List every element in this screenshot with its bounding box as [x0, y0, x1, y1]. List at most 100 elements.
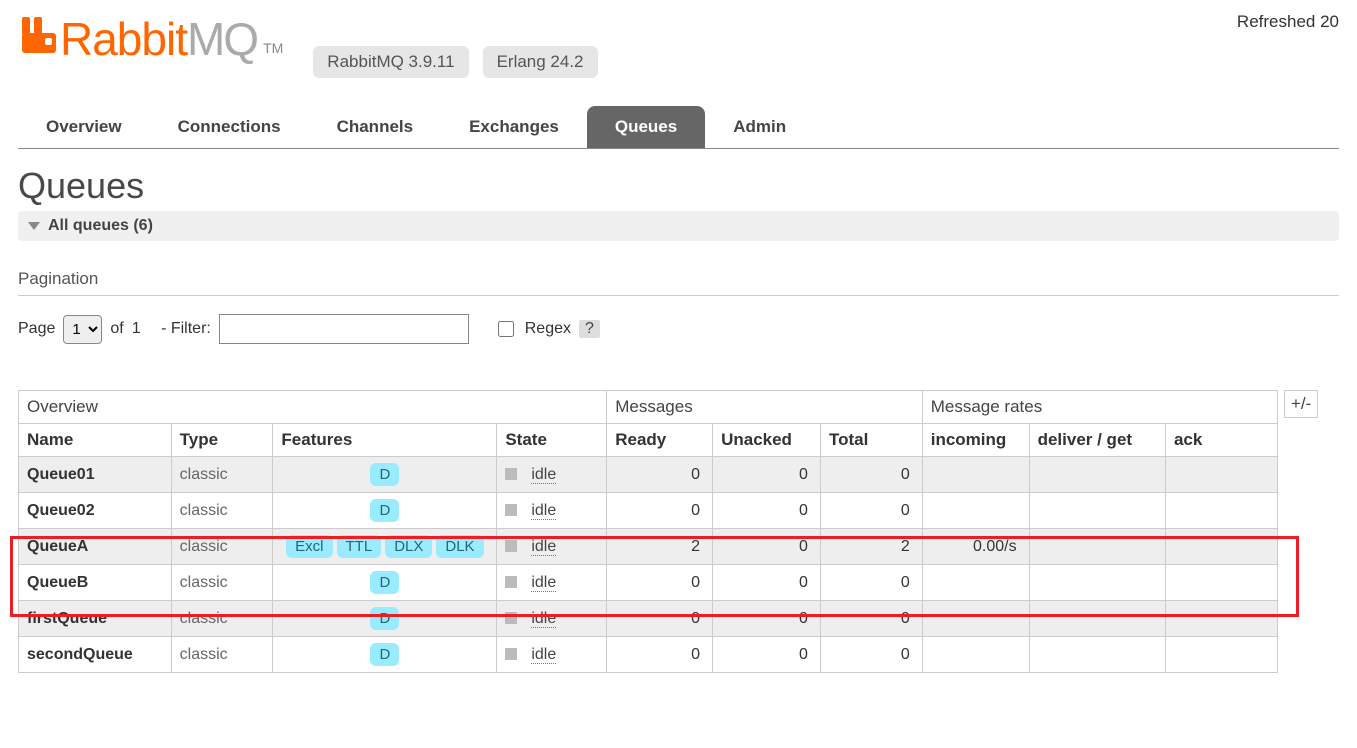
- cell-unacked: 0: [713, 637, 821, 673]
- col-incoming[interactable]: incoming: [922, 424, 1029, 457]
- cell-ack: [1165, 493, 1277, 529]
- cell-total: 0: [820, 565, 922, 601]
- table-row: secondQueueclassicDidle000: [19, 637, 1278, 673]
- logo-text-rabbit: Rabbit: [60, 12, 187, 66]
- regex-help[interactable]: ?: [579, 320, 600, 338]
- page-select[interactable]: 1: [63, 315, 102, 344]
- queue-name-link[interactable]: firstQueue: [19, 601, 172, 637]
- queue-type: classic: [171, 493, 273, 529]
- queue-name-link[interactable]: Queue02: [19, 493, 172, 529]
- queue-name-link[interactable]: QueueB: [19, 565, 172, 601]
- feature-badge: D: [370, 607, 399, 630]
- tab-overview[interactable]: Overview: [18, 106, 150, 148]
- tab-queues[interactable]: Queues: [587, 106, 705, 148]
- header: Refreshed 20 RabbitMQ TM RabbitMQ 3.9.11…: [18, 0, 1339, 78]
- cell-incoming: [922, 637, 1029, 673]
- col-ack[interactable]: ack: [1165, 424, 1277, 457]
- all-queues-section[interactable]: All queues (6): [18, 211, 1339, 241]
- queue-features: D: [273, 565, 497, 601]
- erlang-version-badge: Erlang 24.2: [483, 46, 598, 78]
- total-pages: 1: [132, 320, 141, 338]
- refreshed-label: Refreshed 20: [1237, 12, 1339, 32]
- cell-incoming: [922, 457, 1029, 493]
- cell-total: 0: [820, 637, 922, 673]
- cell-total: 0: [820, 493, 922, 529]
- col-name[interactable]: Name: [19, 424, 172, 457]
- regex-checkbox[interactable]: [498, 321, 514, 337]
- queue-state: idle: [497, 565, 607, 601]
- version-badges: RabbitMQ 3.9.11 Erlang 24.2: [313, 46, 597, 78]
- page-title: Queues: [18, 165, 1339, 207]
- col-ready[interactable]: Ready: [607, 424, 713, 457]
- feature-badge: DLX: [385, 535, 432, 558]
- queue-name-link[interactable]: QueueA: [19, 529, 172, 565]
- state-dot-icon: [505, 648, 517, 660]
- col-deliver[interactable]: deliver / get: [1029, 424, 1165, 457]
- caret-down-icon: [28, 222, 40, 230]
- logo-text-mq: MQ: [187, 12, 257, 66]
- queue-type: classic: [171, 457, 273, 493]
- feature-badge: D: [370, 643, 399, 666]
- filter-label: - Filter:: [161, 320, 211, 338]
- queue-state: idle: [497, 457, 607, 493]
- col-features[interactable]: Features: [273, 424, 497, 457]
- queues-table-wrap: +/- Overview Messages Message rates Name…: [18, 390, 1339, 673]
- group-overview: Overview: [19, 391, 607, 424]
- cell-ready: 0: [607, 601, 713, 637]
- feature-badge: TTL: [337, 535, 382, 558]
- tab-admin[interactable]: Admin: [705, 106, 814, 148]
- cell-incoming: [922, 493, 1029, 529]
- queue-name-link[interactable]: secondQueue: [19, 637, 172, 673]
- logo[interactable]: RabbitMQ TM: [18, 12, 283, 66]
- cell-ack: [1165, 637, 1277, 673]
- state-dot-icon: [505, 504, 517, 516]
- cell-incoming: [922, 601, 1029, 637]
- col-type[interactable]: Type: [171, 424, 273, 457]
- tab-channels[interactable]: Channels: [309, 106, 442, 148]
- of-label: of: [110, 320, 123, 338]
- col-unacked[interactable]: Unacked: [713, 424, 821, 457]
- cell-ready: 0: [607, 457, 713, 493]
- cell-unacked: 0: [713, 565, 821, 601]
- cell-incoming: 0.00/s: [922, 529, 1029, 565]
- table-row: QueueBclassicDidle000: [19, 565, 1278, 601]
- queue-features: ExclTTLDLXDLK: [273, 529, 497, 565]
- queue-name-link[interactable]: Queue01: [19, 457, 172, 493]
- queue-features: D: [273, 637, 497, 673]
- state-dot-icon: [505, 576, 517, 588]
- state-dot-icon: [505, 468, 517, 480]
- state-dot-icon: [505, 540, 517, 552]
- queue-features: D: [273, 457, 497, 493]
- filter-input[interactable]: [219, 314, 469, 344]
- cell-deliver: [1029, 493, 1165, 529]
- cell-deliver: [1029, 565, 1165, 601]
- rabbitmq-icon: [18, 15, 58, 58]
- cell-unacked: 0: [713, 529, 821, 565]
- tab-exchanges[interactable]: Exchanges: [441, 106, 587, 148]
- cell-unacked: 0: [713, 601, 821, 637]
- pagination-section-label: Pagination: [18, 269, 1339, 296]
- regex-label: Regex: [525, 320, 571, 338]
- group-rates: Message rates: [922, 391, 1277, 424]
- queue-state: idle: [497, 637, 607, 673]
- columns-toggle-button[interactable]: +/-: [1284, 390, 1318, 418]
- cell-deliver: [1029, 529, 1165, 565]
- cell-ack: [1165, 601, 1277, 637]
- section-label: All queues (6): [48, 217, 153, 235]
- tab-connections[interactable]: Connections: [150, 106, 309, 148]
- cell-ready: 0: [607, 493, 713, 529]
- cell-ack: [1165, 457, 1277, 493]
- cell-deliver: [1029, 457, 1165, 493]
- col-state[interactable]: State: [497, 424, 607, 457]
- cell-total: 0: [820, 457, 922, 493]
- col-total[interactable]: Total: [820, 424, 922, 457]
- cell-deliver: [1029, 637, 1165, 673]
- queue-type: classic: [171, 529, 273, 565]
- main-tabs: OverviewConnectionsChannelsExchangesQueu…: [18, 106, 1339, 149]
- queue-state: idle: [497, 601, 607, 637]
- feature-badge: DLK: [436, 535, 483, 558]
- queue-state: idle: [497, 529, 607, 565]
- feature-badge: D: [370, 571, 399, 594]
- page-label: Page: [18, 320, 55, 338]
- feature-badge: Excl: [286, 535, 332, 558]
